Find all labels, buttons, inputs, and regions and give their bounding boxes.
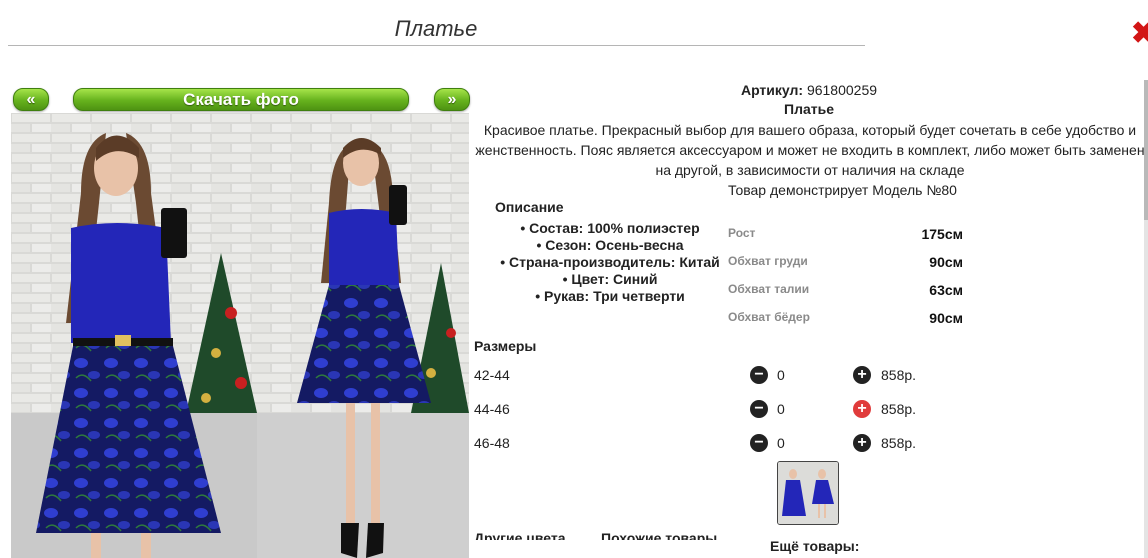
product-photo-image	[11, 113, 469, 558]
attribute-list: • Состав: 100% полиэстер • Сезон: Осень-…	[490, 220, 730, 305]
param-value: 175см	[921, 226, 963, 242]
size-price: 858р.	[881, 401, 917, 417]
product-info: Артикул: 961800259 Платье Красивое плать…	[470, 0, 1148, 558]
param-label: Обхват талии	[728, 282, 810, 296]
plus-circle-icon[interactable]: +	[853, 366, 871, 384]
article-value: 961800259	[806, 82, 878, 98]
download-photo-button[interactable]: Скачать фото	[73, 88, 409, 111]
article-label: Артикул:	[740, 82, 804, 98]
minus-circle-icon[interactable]: −	[750, 366, 768, 384]
scrollbar-thumb[interactable]	[1144, 80, 1148, 220]
photo-thumbnail[interactable]	[777, 461, 839, 525]
size-price: 858р.	[881, 435, 917, 451]
attribute-text: Страна-производитель: Китай	[509, 254, 720, 270]
thumbnail-image	[778, 462, 838, 524]
plus-circle-icon[interactable]: +	[853, 434, 871, 452]
prev-photo-button[interactable]: «	[13, 88, 49, 111]
attribute-item: • Состав: 100% полиэстер	[520, 220, 700, 236]
param-label: Рост	[728, 226, 756, 240]
attribute-item: • Страна-производитель: Китай	[500, 254, 720, 270]
quantity-value: 0	[777, 435, 785, 451]
attribute-text: Состав: 100% полиэстер	[529, 220, 700, 236]
description-heading: Описание	[495, 199, 564, 215]
next-photo-button[interactable]: »	[434, 88, 470, 111]
product-description: Красивое платье. Прекрасный выбор для ва…	[475, 122, 1145, 178]
plus-circle-icon[interactable]: +	[853, 400, 871, 418]
size-label: 46-48	[474, 435, 510, 451]
param-value: 90см	[929, 310, 963, 326]
product-photo[interactable]	[11, 113, 469, 558]
minus-circle-icon[interactable]: −	[750, 434, 768, 452]
size-label: 44-46	[474, 401, 510, 417]
param-value: 90см	[929, 254, 963, 270]
param-label: Обхват груди	[728, 254, 808, 268]
quantity-value: 0	[777, 401, 785, 417]
param-value: 63см	[929, 282, 963, 298]
attribute-text: Сезон: Осень-весна	[545, 237, 684, 253]
quantity-value: 0	[777, 367, 785, 383]
model-note: Товар демонстрирует Модель №80	[728, 182, 957, 198]
size-price: 858р.	[881, 367, 917, 383]
article-line: Артикул: 961800259	[470, 82, 1148, 98]
product-name: Платье	[784, 101, 834, 117]
similar-products-heading: Похожие товары	[601, 530, 718, 540]
size-label: 42-44	[474, 367, 510, 383]
attribute-item: • Сезон: Осень-весна	[536, 237, 684, 253]
other-colors-heading: Другие цвета	[474, 530, 566, 540]
more-products-heading: Ещё товары:	[770, 538, 860, 554]
param-label: Обхват бёдер	[728, 310, 810, 324]
attribute-text: Рукав: Три четверти	[544, 288, 685, 304]
sizes-heading: Размеры	[474, 338, 537, 354]
attribute-item: • Цвет: Синий	[562, 271, 658, 287]
attribute-item: • Рукав: Три четверти	[535, 288, 685, 304]
minus-circle-icon[interactable]: −	[750, 400, 768, 418]
attribute-text: Цвет: Синий	[571, 271, 658, 287]
